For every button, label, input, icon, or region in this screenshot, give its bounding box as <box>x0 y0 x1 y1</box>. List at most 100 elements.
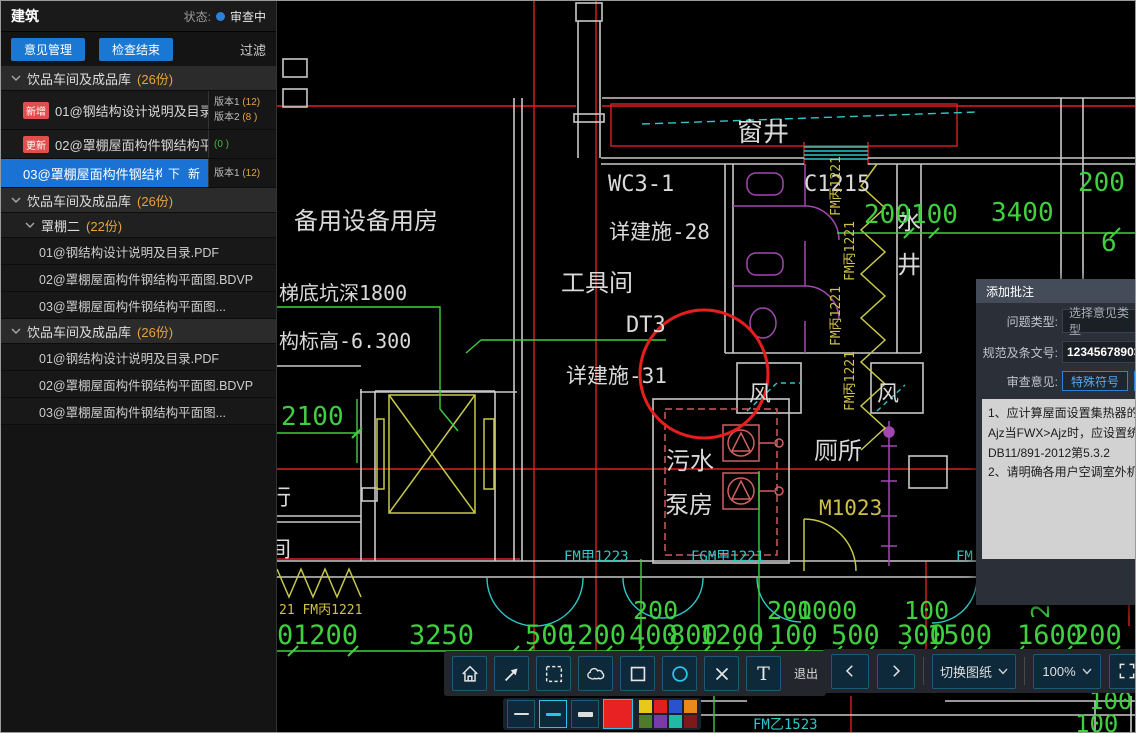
cross-tool-button[interactable] <box>704 656 739 691</box>
next-sheet-button[interactable] <box>877 654 915 689</box>
new-tag[interactable]: 新 <box>188 165 200 182</box>
svg-text:FM乙1523: FM乙1523 <box>753 717 818 733</box>
tree-group-1[interactable]: 饮品车间及成品库 (26份) <box>1 66 276 91</box>
cloud-icon <box>585 663 607 685</box>
group-label: 饮品车间及成品库 <box>27 191 131 210</box>
chevron-down-icon <box>11 326 21 336</box>
tree-item[interactable]: 01@钢结构设计说明及目录.PDF <box>1 238 276 265</box>
issue-type-select[interactable]: 选择意见类型 <box>1062 309 1136 333</box>
filter-button[interactable]: 过滤 <box>240 40 266 59</box>
svg-text:梯底坑深1800: 梯底坑深1800 <box>279 281 407 305</box>
group-label: 罩棚二 <box>41 216 80 235</box>
version-count: (0 ) <box>214 139 229 150</box>
arrow-tool-button[interactable] <box>494 656 529 691</box>
panel-title: 添加批注 <box>976 279 1136 303</box>
circle-tool-button[interactable] <box>662 656 697 691</box>
download-tag[interactable]: 下 <box>168 165 180 182</box>
tree-item[interactable]: 03@罩棚屋面构件钢结构平面图... <box>1 398 276 425</box>
rect-select-tool-button[interactable] <box>536 656 571 691</box>
annotation-toolbar: T 退出 <box>444 651 826 696</box>
color-swatch-green[interactable] <box>639 715 652 728</box>
color-swatch-darkred[interactable] <box>684 715 697 728</box>
svg-text:详建施-31: 详建施-31 <box>566 364 667 388</box>
tree-item-2[interactable]: 更新 02@罩棚屋面构件钢结构平....BDVP (0 ) <box>1 130 276 159</box>
rectangle-tool-button[interactable] <box>620 656 655 691</box>
svg-text:行: 行 <box>277 486 291 511</box>
sidebar-header: 建筑 状态: 审查中 <box>1 1 276 32</box>
svg-text:污水: 污水 <box>666 447 714 475</box>
tree-item[interactable]: 01@钢结构设计说明及目录.PDF <box>1 344 276 371</box>
color-swatch-orange[interactable] <box>684 700 697 713</box>
new-badge: 新增 <box>23 102 49 119</box>
cloud-tool-button[interactable] <box>578 656 613 691</box>
color-swatch-purple[interactable] <box>654 715 667 728</box>
annotation-panel: 添加批注 问题类型: 选择意见类型 规范及条文号: 审查意见: 特殊符号 1、应… <box>976 279 1136 605</box>
tree-item[interactable]: 02@罩棚屋面构件钢结构平面图.BDVP <box>1 371 276 398</box>
caret-down-icon <box>998 668 1008 675</box>
tree-item-3-selected[interactable]: 03@罩棚屋面构件钢结构 下 新 版本1 (12) <box>1 159 276 188</box>
home-button[interactable] <box>452 656 487 691</box>
svg-text:1200: 1200 <box>561 620 626 651</box>
text-tool-button[interactable]: T <box>746 656 781 691</box>
group-count: (26份) <box>137 69 173 88</box>
svg-text:FM丙1221: FM丙1221 <box>829 156 844 216</box>
thin-line-icon <box>514 713 529 715</box>
status-dot-icon <box>216 12 225 21</box>
version-count: (12) <box>242 97 260 108</box>
file-name: 01@钢结构设计说明及目录.PDF <box>55 101 208 120</box>
version-label[interactable]: 版本1 <box>214 168 240 179</box>
color-swatch-blue[interactable] <box>669 700 682 713</box>
tree-group-2[interactable]: 饮品车间及成品库 (26份) <box>1 188 276 213</box>
nav-toolbar: 切换图纸 100% <box>823 649 1136 693</box>
svg-text:200: 200 <box>1073 620 1122 651</box>
tree-group-3[interactable]: 饮品车间及成品库 (26份) <box>1 319 276 344</box>
color-swatch-red[interactable] <box>654 700 667 713</box>
chevron-down-icon <box>11 195 21 205</box>
svg-text:1200: 1200 <box>293 620 358 651</box>
file-name: 01@钢结构设计说明及目录.PDF <box>39 348 219 367</box>
page-title: 建筑 <box>11 6 184 26</box>
exit-button[interactable]: 退出 <box>794 665 818 682</box>
tree-item[interactable]: 03@罩棚屋面构件钢结构平面图... <box>1 292 276 319</box>
fullscreen-button[interactable] <box>1109 654 1136 689</box>
line-thin-button[interactable] <box>507 700 535 728</box>
version-label[interactable]: 版本2 <box>214 112 240 123</box>
color-swatch-teal[interactable] <box>669 715 682 728</box>
svg-text:构标高-6.300: 构标高-6.300 <box>279 329 411 353</box>
color-swatch-yellow[interactable] <box>639 700 652 713</box>
code-label: 规范及条文号: <box>982 344 1058 361</box>
sidebar-toolbar: 意见管理 检查结束 过滤 <box>1 32 276 66</box>
svg-text:1200: 1200 <box>699 620 764 651</box>
file-name: 03@罩棚屋面构件钢结构平面图... <box>39 296 226 315</box>
group-count: (26份) <box>137 322 173 341</box>
marquee-rect-icon <box>543 663 565 685</box>
review-comment-textarea[interactable]: 1、应计算屋面设置集热器的有积Ajz当FWX>Ajz时，应设置统，见DB11/8… <box>982 399 1136 559</box>
version-label[interactable]: 版本1 <box>214 97 240 108</box>
svg-text:0: 0 <box>277 620 293 651</box>
tree-item-1[interactable]: 新增 01@钢结构设计说明及目录.PDF 版本1 (12) 版本2 (8 ) <box>1 91 276 130</box>
version-count: (12) <box>242 168 260 179</box>
group-label: 饮品车间及成品库 <box>27 322 131 341</box>
arrow-icon <box>501 663 523 685</box>
svg-text:FM: FM <box>956 549 973 565</box>
opinion-manage-button[interactable]: 意见管理 <box>11 38 85 61</box>
home-icon <box>459 663 481 685</box>
tree-subgroup[interactable]: 罩棚二 (22份) <box>1 213 276 238</box>
code-input[interactable] <box>1062 341 1136 363</box>
line-medium-button[interactable] <box>539 700 567 728</box>
caret-down-icon <box>1082 668 1092 675</box>
svg-text:厕所: 厕所 <box>814 437 862 465</box>
prev-sheet-button[interactable] <box>831 654 869 689</box>
thick-line-icon <box>578 712 593 717</box>
line-thick-button[interactable] <box>571 700 599 728</box>
switch-drawing-dropdown[interactable]: 切换图纸 <box>932 654 1016 689</box>
divider <box>1024 657 1025 685</box>
svg-text:FM甲1223: FM甲1223 <box>564 549 629 565</box>
chevron-left-icon <box>841 662 859 680</box>
finish-check-button[interactable]: 检查结束 <box>99 38 173 61</box>
special-symbol-button[interactable]: 特殊符号 <box>1062 371 1128 391</box>
tree-item[interactable]: 02@罩棚屋面构件钢结构平面图.BDVP <box>1 265 276 292</box>
current-color-swatch[interactable] <box>603 699 633 729</box>
svg-text:风: 风 <box>749 382 771 407</box>
zoom-level-dropdown[interactable]: 100% <box>1033 654 1101 689</box>
